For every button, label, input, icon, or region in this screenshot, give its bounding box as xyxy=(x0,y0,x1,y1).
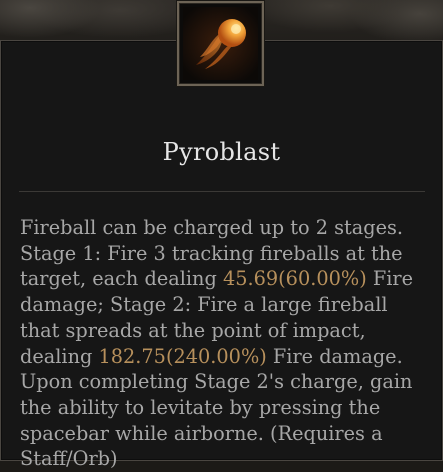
description-text: dealing xyxy=(20,344,99,368)
description-text: that spreads at the point of impact, xyxy=(20,318,366,342)
skill-icon-frame xyxy=(177,1,264,86)
description-line: damage; Stage 2: Fire a large fireball xyxy=(20,292,432,318)
description-line: the ability to levitate by pressing the xyxy=(20,395,432,421)
description-line: Stage 1: Fire 3 tracking fireballs at th… xyxy=(20,241,432,267)
fireball-icon xyxy=(183,7,258,80)
description-text: spacebar while airborne. (Requires a xyxy=(20,421,383,445)
description-text: Fireball can be charged up to 2 stages. xyxy=(20,216,404,239)
damage-value: 45.69(60.00%) xyxy=(222,267,367,291)
title-divider xyxy=(19,191,425,192)
description-line: that spreads at the point of impact, xyxy=(20,318,432,344)
description-text: target, each dealing xyxy=(20,267,223,291)
description-text: Fire xyxy=(366,267,414,291)
damage-value: 182.75(240.00%) xyxy=(98,344,267,368)
description-line: target, each dealing 45.69(60.00%) Fire xyxy=(20,266,432,292)
skill-description: Fireball can be charged up to 2 stages. S… xyxy=(20,215,432,472)
skill-tooltip: Pyroblast Fireball can be charged up to … xyxy=(0,40,443,470)
description-text: damage; Stage 2: Fire a large fireball xyxy=(20,293,388,317)
description-text: Stage 1: Fire 3 tracking fireballs at th… xyxy=(20,241,403,265)
description-text: the ability to levitate by pressing the xyxy=(20,395,381,419)
description-text: Fire damage. xyxy=(266,344,403,368)
description-line: Staff/Orb) xyxy=(20,446,432,472)
description-text: Staff/Orb) xyxy=(20,447,118,471)
description-line: Upon completing Stage 2's charge, gain xyxy=(20,369,432,395)
description-text: Upon completing Stage 2's charge, gain xyxy=(20,370,413,394)
description-line: spacebar while airborne. (Requires a xyxy=(20,421,432,447)
skill-title: Pyroblast xyxy=(162,138,281,166)
description-line: Fireball can be charged up to 2 stages. xyxy=(20,215,432,241)
description-line: dealing 182.75(240.00%) Fire damage. xyxy=(20,344,432,370)
